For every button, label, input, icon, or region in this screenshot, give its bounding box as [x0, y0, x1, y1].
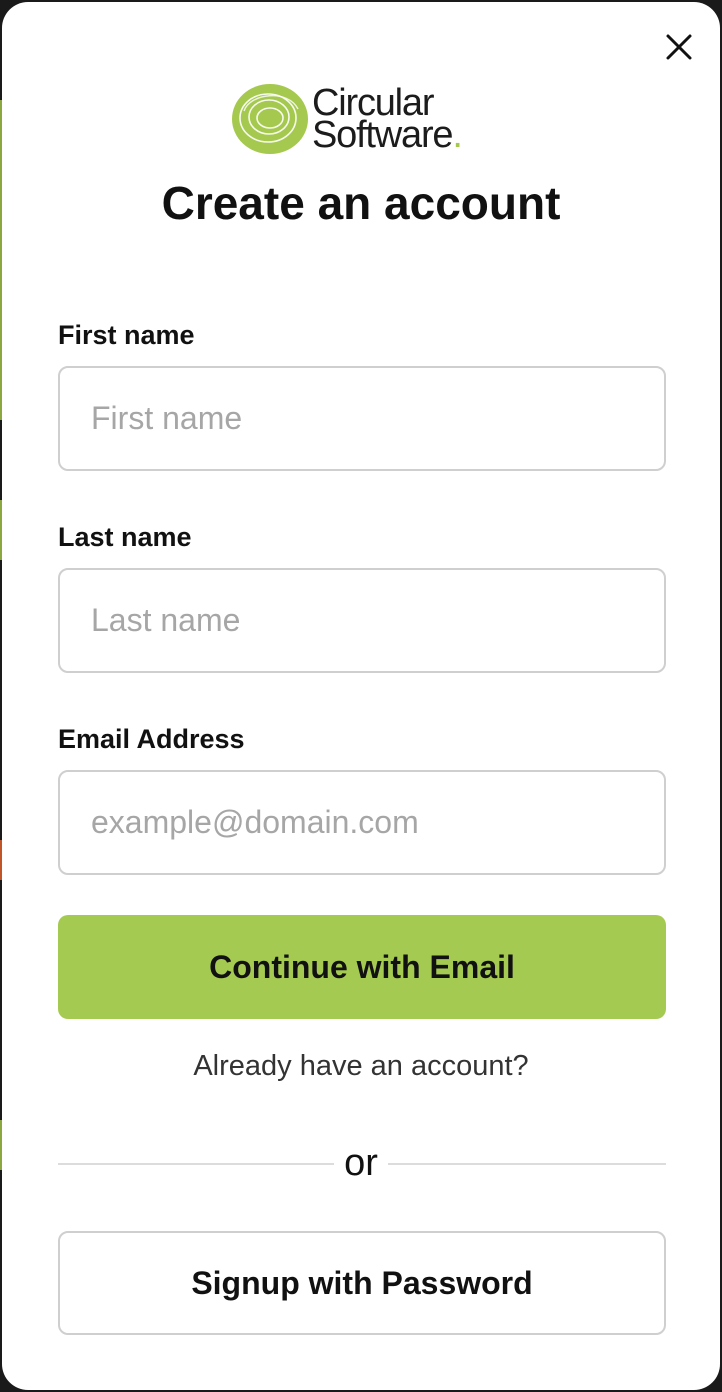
page-title: Create an account [161, 177, 561, 229]
email-label: Email Address [58, 724, 245, 754]
already-have-account-link[interactable]: Already have an account? [2, 1050, 720, 1083]
divider-or: or [344, 1142, 378, 1184]
divider-line-right [388, 1163, 666, 1165]
last-name-input[interactable] [58, 568, 666, 673]
circular-logo-icon [232, 84, 308, 154]
continue-with-email-button[interactable]: Continue with Email [58, 915, 666, 1019]
brand-wordmark: Circular Software. [312, 84, 463, 154]
signup-with-password-button[interactable]: Signup with Password [58, 1231, 666, 1335]
first-name-label: First name [58, 320, 195, 350]
brand-dot: . [452, 114, 463, 156]
last-name-label: Last name [58, 522, 192, 552]
brand-line-2: Software [312, 114, 454, 156]
brand-logo: Circular Software. [230, 80, 490, 158]
signup-modal: Circular Software. Create an account Fir… [2, 2, 720, 1390]
email-input[interactable] [58, 770, 666, 875]
close-icon [666, 34, 692, 60]
close-button[interactable] [662, 30, 696, 64]
divider-line-left [58, 1163, 334, 1165]
first-name-input[interactable] [58, 366, 666, 471]
